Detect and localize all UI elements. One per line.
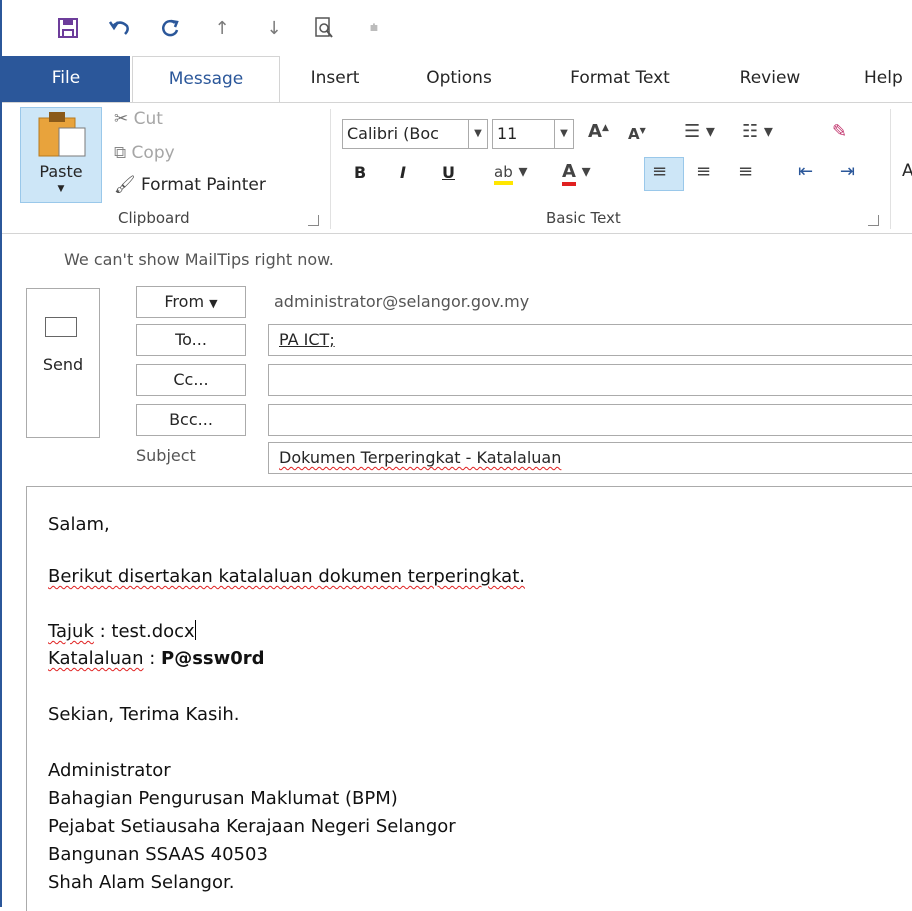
group-divider — [890, 109, 891, 229]
tab-format-text[interactable]: Format Text — [550, 56, 690, 102]
align-center-icon[interactable]: ≡ — [696, 161, 711, 182]
from-address: administrator@selangor.gov.my — [274, 292, 530, 311]
print-preview-icon[interactable] — [310, 14, 338, 42]
decrease-indent-icon[interactable]: ⇤ — [798, 161, 813, 182]
to-button[interactable]: To... — [136, 324, 246, 356]
subject-value: Dokumen Terperingkat - Katalaluan — [279, 448, 562, 467]
arrow-up-icon[interactable]: ↑ — [208, 14, 236, 42]
align-right-icon[interactable]: ≡ — [738, 161, 753, 182]
bcc-field[interactable] — [268, 404, 912, 436]
send-button[interactable]: Send — [26, 288, 100, 438]
tajuk-label: Tajuk — [48, 621, 94, 642]
signature-line: Shah Alam Selangor. — [48, 872, 235, 893]
clipboard-dialog-launcher-icon[interactable] — [308, 215, 319, 226]
body-line: Berikut disertakan katalaluan dokumen te… — [48, 566, 525, 587]
scissors-icon: ✂ — [114, 109, 129, 129]
subject-label: Subject — [136, 446, 196, 465]
chevron-down-icon[interactable]: ▼ — [468, 120, 487, 148]
copy-label: Copy — [131, 143, 175, 163]
bold-button[interactable]: B — [354, 163, 366, 182]
ribbon: Paste ▼ ✂ Cut ⧉ Copy 🖌 Format Painter Cl… — [2, 102, 912, 234]
clipboard-group-label: Clipboard — [118, 209, 190, 227]
underline-button[interactable]: U — [442, 163, 455, 182]
to-field[interactable]: PA ICT; — [268, 324, 912, 356]
tab-insert[interactable]: Insert — [300, 56, 370, 102]
text-caret — [194, 620, 196, 640]
signature-line: Bangunan SSAAS 40503 — [48, 844, 268, 865]
from-label: From — [164, 292, 205, 311]
cut-label: Cut — [133, 109, 163, 129]
katalaluan-sep: : — [143, 648, 161, 669]
cc-button[interactable]: Cc... — [136, 364, 246, 396]
italic-button[interactable]: I — [400, 163, 406, 182]
to-recipient[interactable]: PA ICT; — [279, 330, 335, 349]
next-group-partial: A — [902, 161, 912, 181]
highlight-icon[interactable]: ab ▾ — [494, 161, 527, 185]
align-left-icon: ≡ — [652, 161, 668, 182]
font-color-icon[interactable]: A ▾ — [562, 161, 591, 186]
copy-icon: ⧉ — [114, 143, 127, 163]
quick-access-toolbar: ↑ ↓ ⩧ — [2, 0, 912, 56]
font-name-combobox[interactable]: Calibri (Boc ▼ — [342, 119, 488, 149]
body-greeting: Salam, — [48, 514, 110, 535]
clipboard-icon — [38, 112, 86, 157]
copy-button[interactable]: ⧉ Copy — [114, 143, 175, 163]
tab-review[interactable]: Review — [730, 56, 810, 102]
outlook-compose-window: ↑ ↓ ⩧ File Message Insert Options Format… — [0, 0, 912, 911]
send-label: Send — [42, 355, 84, 374]
clear-formatting-icon[interactable]: ✎ — [832, 121, 847, 142]
increase-indent-icon[interactable]: ⇥ — [840, 161, 855, 182]
chevron-down-icon: ▼ — [57, 184, 65, 194]
shrink-font-icon[interactable]: A▼ — [628, 125, 646, 143]
format-painter-button[interactable]: 🖌 Format Painter — [114, 175, 266, 195]
chevron-down-icon[interactable]: ▼ — [554, 120, 573, 148]
customize-toolbar-icon[interactable]: ⩧ — [360, 14, 388, 42]
paste-label: Paste — [39, 162, 83, 181]
tajuk-value: : test.docx — [93, 621, 195, 642]
signature-line: Bahagian Pengurusan Maklumat (BPM) — [48, 788, 398, 809]
undo-icon[interactable] — [106, 14, 134, 42]
envelope-icon — [45, 317, 77, 337]
format-painter-label: Format Painter — [141, 175, 266, 195]
group-divider — [330, 109, 331, 229]
cc-field[interactable] — [268, 364, 912, 396]
subject-field[interactable]: Dokumen Terperingkat - Katalaluan — [268, 442, 912, 474]
tab-file[interactable]: File — [2, 56, 130, 102]
body-closing: Sekian, Terima Kasih. — [48, 704, 240, 725]
katalaluan-label: Katalaluan — [48, 648, 144, 669]
paintbrush-icon: 🖌 — [114, 175, 136, 195]
ribbon-tabs: File Message Insert Options Format Text … — [2, 56, 912, 104]
bcc-button[interactable]: Bcc... — [136, 404, 246, 436]
tab-options[interactable]: Options — [412, 56, 506, 102]
grow-font-icon[interactable]: A▲ — [588, 121, 609, 142]
chevron-down-icon: ▼ — [209, 297, 218, 310]
tab-message[interactable]: Message — [132, 56, 280, 104]
katalaluan-value: P@ssw0rd — [161, 648, 265, 669]
font-name-value: Calibri (Boc — [347, 124, 439, 143]
redo-icon[interactable] — [156, 14, 184, 42]
tab-help[interactable]: Help — [864, 56, 912, 102]
body-tajuk-line: Tajuk : test.docx — [48, 620, 196, 642]
from-button[interactable]: From ▼ — [136, 286, 246, 318]
save-icon[interactable] — [54, 14, 82, 42]
bullets-icon[interactable]: ☰ ▾ — [684, 121, 715, 142]
arrow-down-icon[interactable]: ↓ — [260, 14, 288, 42]
font-size-value: 11 — [497, 124, 518, 143]
body-katalaluan-line: Katalaluan : P@ssw0rd — [48, 648, 265, 669]
font-size-combobox[interactable]: 11 ▼ — [492, 119, 574, 149]
mailtips-notice: We can't show MailTips right now. — [64, 250, 334, 269]
basic-text-group-label: Basic Text — [546, 209, 621, 227]
cut-button[interactable]: ✂ Cut — [114, 109, 163, 129]
signature-line: Pejabat Setiausaha Kerajaan Negeri Selan… — [48, 816, 456, 837]
signature-line: Administrator — [48, 760, 171, 781]
basic-text-dialog-launcher-icon[interactable] — [868, 215, 879, 226]
paste-button[interactable]: Paste ▼ — [20, 107, 102, 203]
numbering-icon[interactable]: ☷ ▾ — [742, 121, 773, 142]
